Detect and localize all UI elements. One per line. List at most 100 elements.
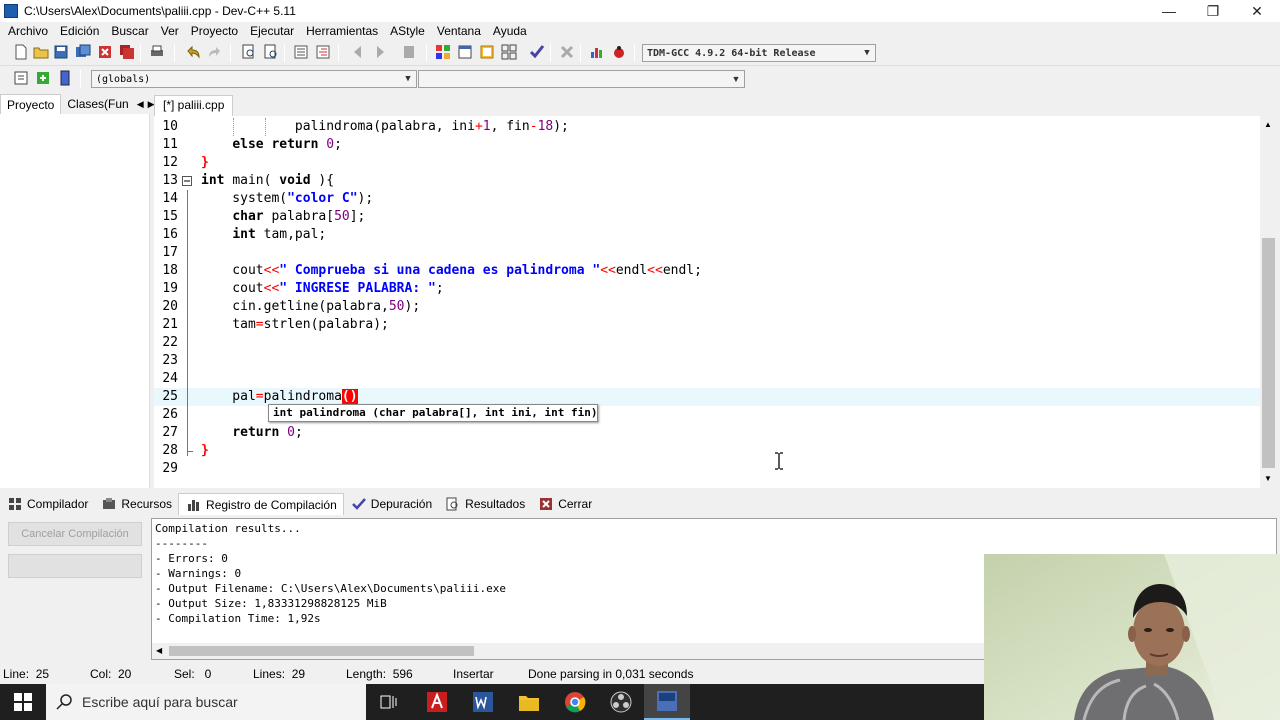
close-button[interactable]: ✕: [1234, 0, 1280, 22]
new-file-icon[interactable]: [12, 43, 30, 61]
redo-icon[interactable]: [206, 43, 224, 61]
menu-buscar[interactable]: Buscar: [105, 24, 154, 38]
code-line[interactable]: 20 cin.getline(palabra,50);: [154, 298, 1260, 316]
code-line[interactable]: 18 cout<<" Comprueba si una cadena es pa…: [154, 262, 1260, 280]
code-line[interactable]: 17: [154, 244, 1260, 262]
code-editor[interactable]: 10 palindroma(palabra, ini+1, fin-18); 11…: [154, 116, 1260, 488]
editor-vertical-scrollbar[interactable]: ▲ ▼: [1260, 116, 1277, 488]
line-number: 22: [162, 335, 178, 350]
code-line[interactable]: 11 else return 0;: [154, 136, 1260, 154]
scroll-up-icon[interactable]: ▲: [1264, 120, 1272, 129]
menu-proyecto[interactable]: Proyecto: [185, 24, 244, 38]
task-view-icon[interactable]: [366, 684, 412, 720]
code-line[interactable]: 13 int main( void ){: [154, 172, 1260, 190]
devcpp-taskbar-icon[interactable]: [644, 684, 690, 720]
obs-icon[interactable]: [598, 684, 644, 720]
syntax-check-icon[interactable]: [528, 43, 546, 61]
save-icon[interactable]: [52, 43, 70, 61]
scroll-left-icon[interactable]: ◀: [156, 646, 162, 655]
code-line[interactable]: 10 palindroma(palabra, ini+1, fin-18);: [154, 118, 1260, 136]
tab-resultados[interactable]: Resultados: [438, 493, 531, 515]
scope-dropdown[interactable]: (globals) ▼: [91, 70, 417, 88]
menu-astyle[interactable]: AStyle: [384, 24, 431, 38]
tab-compilador[interactable]: Compilador: [0, 493, 94, 515]
code-line[interactable]: 23: [154, 352, 1260, 370]
menu-herramientas[interactable]: Herramientas: [300, 24, 384, 38]
run-icon[interactable]: [456, 43, 474, 61]
tab-registro-compilacion[interactable]: Registro de Compilación: [178, 493, 344, 515]
tab-proyecto[interactable]: Proyecto: [0, 94, 62, 114]
code-line[interactable]: 19 cout<<" INGRESE PALABRA: ";: [154, 280, 1260, 298]
tab-recursos[interactable]: Recursos: [94, 493, 178, 515]
menu-edicion[interactable]: Edición: [54, 24, 105, 38]
menu-ver[interactable]: Ver: [155, 24, 185, 38]
indent-icon[interactable]: [292, 43, 310, 61]
find-icon[interactable]: [240, 43, 258, 61]
toggle-bookmark-icon[interactable]: [34, 69, 52, 87]
rebuild-icon[interactable]: [500, 43, 518, 61]
taskbar-search-box[interactable]: Escribe aquí para buscar: [46, 684, 366, 720]
close-all-icon[interactable]: [118, 43, 136, 61]
menu-ejecutar[interactable]: Ejecutar: [244, 24, 300, 38]
acrobat-icon[interactable]: [414, 684, 460, 720]
goto-forward-icon[interactable]: [372, 43, 390, 61]
save-all-icon[interactable]: [74, 43, 92, 61]
unindent-icon[interactable]: [314, 43, 332, 61]
file-explorer-icon[interactable]: [506, 684, 552, 720]
code-line[interactable]: 27 return 0;: [154, 424, 1260, 442]
main-toolbar: TDM-GCC 4.9.2 64-bit Release ▼: [0, 40, 1280, 66]
resources-icon: [103, 498, 116, 509]
open-file-icon[interactable]: [32, 43, 50, 61]
status-col: Col: 20: [90, 667, 132, 681]
bookmark-icon[interactable]: [400, 43, 418, 61]
scrollbar-thumb[interactable]: [1262, 238, 1275, 468]
restore-button[interactable]: ❐: [1190, 0, 1236, 22]
tab-clases[interactable]: Clases(Fun: [61, 94, 134, 114]
word-icon[interactable]: [460, 684, 506, 720]
code-line[interactable]: 28}: [154, 442, 1260, 460]
code-line[interactable]: 15 char palabra[50];: [154, 208, 1260, 226]
code-token: =: [255, 389, 264, 404]
menu-archivo[interactable]: Archivo: [2, 24, 54, 38]
scroll-down-icon[interactable]: ▼: [1264, 474, 1272, 483]
code-token: 50: [334, 209, 350, 224]
compile-icon[interactable]: [434, 43, 452, 61]
tab-cerrar[interactable]: Cerrar: [531, 493, 598, 515]
chrome-icon[interactable]: [552, 684, 598, 720]
insert-code-icon[interactable]: [12, 69, 30, 87]
function-dropdown[interactable]: ▼: [418, 70, 745, 88]
print-icon[interactable]: [148, 43, 166, 61]
tab-scroll-left-icon[interactable]: ◀: [135, 99, 146, 114]
fold-collapse-icon[interactable]: [182, 175, 192, 186]
code-line[interactable]: 21 tam=strlen(palabra);: [154, 316, 1260, 334]
undo-icon[interactable]: [184, 43, 202, 61]
code-line[interactable]: 16 int tam,pal;: [154, 226, 1260, 244]
code-line[interactable]: 24: [154, 370, 1260, 388]
menu-ayuda[interactable]: Ayuda: [487, 24, 533, 38]
debug-icon[interactable]: [610, 43, 628, 61]
code-line[interactable]: 22: [154, 334, 1260, 352]
windows-start-icon[interactable]: [0, 684, 46, 720]
close-file-icon[interactable]: [96, 43, 114, 61]
menu-ventana[interactable]: Ventana: [431, 24, 487, 38]
compiler-dropdown[interactable]: TDM-GCC 4.9.2 64-bit Release ▼: [642, 44, 876, 62]
output-horizontal-scrollbar[interactable]: ◀: [152, 643, 984, 659]
compile-run-icon[interactable]: [478, 43, 496, 61]
status-insert-mode: Insertar: [453, 667, 494, 681]
goto-bookmark-icon[interactable]: [56, 69, 74, 87]
profile-chart-icon[interactable]: [588, 43, 606, 61]
code-line[interactable]: 14 system("color C");: [154, 190, 1260, 208]
replace-icon[interactable]: [262, 43, 280, 61]
line-number: 18: [162, 263, 178, 278]
code-line[interactable]: 12}: [154, 154, 1260, 172]
tab-paliii-cpp[interactable]: [*] paliii.cpp: [154, 95, 234, 116]
goto-back-icon[interactable]: [350, 43, 368, 61]
stop-execution-icon[interactable]: [558, 43, 576, 61]
left-panel-tabs: Proyecto Clases(Fun ◀ ▶: [0, 94, 155, 114]
cancel-compilation-button[interactable]: Cancelar Compilación: [8, 522, 142, 546]
tab-depuracion[interactable]: Depuración: [344, 493, 438, 515]
scrollbar-thumb[interactable]: [169, 646, 474, 656]
code-line[interactable]: 29: [154, 460, 1260, 478]
minimize-button[interactable]: —: [1146, 0, 1192, 22]
